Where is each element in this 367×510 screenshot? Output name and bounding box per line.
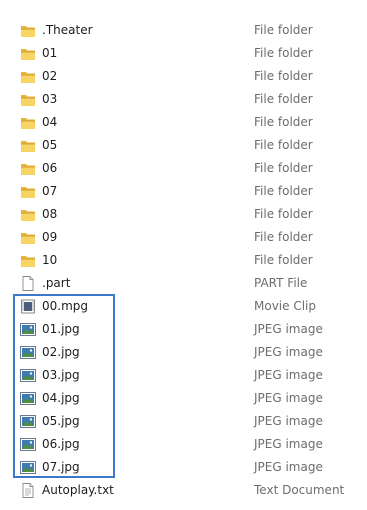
list-item-autoplay-txt[interactable]: Autoplay.txt Text Document	[0, 479, 367, 502]
image-file-icon	[20, 322, 36, 337]
file-name: 01.jpg	[42, 322, 80, 336]
file-name: 10	[42, 253, 58, 267]
file-type: JPEG image	[254, 391, 323, 405]
file-type: JPEG image	[254, 437, 323, 451]
folder-icon	[20, 161, 36, 176]
file-name: 07.jpg	[42, 460, 80, 474]
list-item-07-jpg[interactable]: 07.jpg JPEG image	[0, 456, 367, 479]
file-type: Text Document	[254, 483, 345, 497]
list-item-07[interactable]: 07 File folder	[0, 180, 367, 203]
list-item-03-jpg[interactable]: 03.jpg JPEG image	[0, 364, 367, 387]
list-item-02-jpg[interactable]: 02.jpg JPEG image	[0, 341, 367, 364]
file-name: Autoplay.txt	[42, 483, 114, 497]
list-item-10[interactable]: 10 File folder	[0, 249, 367, 272]
file-name: .Theater	[42, 23, 93, 37]
list-item-00-mpg[interactable]: 00.mpg Movie Clip	[0, 295, 367, 318]
file-type: File folder	[254, 207, 313, 221]
file-name: 05.jpg	[42, 414, 80, 428]
file-type: JPEG image	[254, 414, 323, 428]
image-file-icon	[20, 368, 36, 383]
folder-icon	[20, 23, 36, 38]
file-name: 04	[42, 115, 58, 129]
folder-icon	[20, 207, 36, 222]
file-type: Movie Clip	[254, 299, 316, 313]
file-type: File folder	[254, 253, 313, 267]
folder-icon	[20, 92, 36, 107]
file-type: File folder	[254, 230, 313, 244]
list-item-04-jpg[interactable]: 04.jpg JPEG image	[0, 387, 367, 410]
list-item-01-jpg[interactable]: 01.jpg JPEG image	[0, 318, 367, 341]
file-type: PART File	[254, 276, 308, 290]
image-file-icon	[20, 345, 36, 360]
image-file-icon	[20, 391, 36, 406]
list-item-part[interactable]: .part PART File	[0, 272, 367, 295]
file-type: JPEG image	[254, 460, 323, 474]
file-type: File folder	[254, 161, 313, 175]
file-name: 03	[42, 92, 58, 106]
file-name: 05	[42, 138, 58, 152]
file-name: 07	[42, 184, 58, 198]
file-name: 02.jpg	[42, 345, 80, 359]
file-type: JPEG image	[254, 368, 323, 382]
file-name: 03.jpg	[42, 368, 80, 382]
list-item-08[interactable]: 08 File folder	[0, 203, 367, 226]
list-item-theater[interactable]: .Theater File folder	[0, 19, 367, 42]
file-type: File folder	[254, 46, 313, 60]
list-item-06-jpg[interactable]: 06.jpg JPEG image	[0, 433, 367, 456]
video-file-icon	[20, 299, 36, 314]
folder-icon	[20, 230, 36, 245]
list-item-01[interactable]: 01 File folder	[0, 42, 367, 65]
file-type: File folder	[254, 69, 313, 83]
file-name: 00.mpg	[42, 299, 89, 313]
file-name: 08	[42, 207, 58, 221]
image-file-icon	[20, 414, 36, 429]
file-name: 01	[42, 46, 58, 60]
list-item-05[interactable]: 05 File folder	[0, 134, 367, 157]
image-file-icon	[20, 437, 36, 452]
list-item-04[interactable]: 04 File folder	[0, 111, 367, 134]
file-type: File folder	[254, 23, 313, 37]
list-item-02[interactable]: 02 File folder	[0, 65, 367, 88]
file-name: .part	[42, 276, 71, 290]
folder-icon	[20, 46, 36, 61]
list-item-03[interactable]: 03 File folder	[0, 88, 367, 111]
file-list: .Theater File folder 01 File folder 02 F…	[0, 19, 367, 502]
blank-file-icon	[20, 276, 36, 291]
list-item-09[interactable]: 09 File folder	[0, 226, 367, 249]
file-name: 09	[42, 230, 58, 244]
file-type: JPEG image	[254, 322, 323, 336]
file-name: 02	[42, 69, 58, 83]
file-name: 06	[42, 161, 58, 175]
list-item-06[interactable]: 06 File folder	[0, 157, 367, 180]
file-name: 06.jpg	[42, 437, 80, 451]
file-type: File folder	[254, 115, 313, 129]
file-type: JPEG image	[254, 345, 323, 359]
list-item-05-jpg[interactable]: 05.jpg JPEG image	[0, 410, 367, 433]
folder-icon	[20, 253, 36, 268]
file-type: File folder	[254, 92, 313, 106]
file-type: File folder	[254, 138, 313, 152]
folder-icon	[20, 184, 36, 199]
folder-icon	[20, 115, 36, 130]
file-name: 04.jpg	[42, 391, 80, 405]
text-file-icon	[20, 483, 36, 498]
folder-icon	[20, 138, 36, 153]
file-type: File folder	[254, 184, 313, 198]
folder-icon	[20, 69, 36, 84]
image-file-icon	[20, 460, 36, 475]
